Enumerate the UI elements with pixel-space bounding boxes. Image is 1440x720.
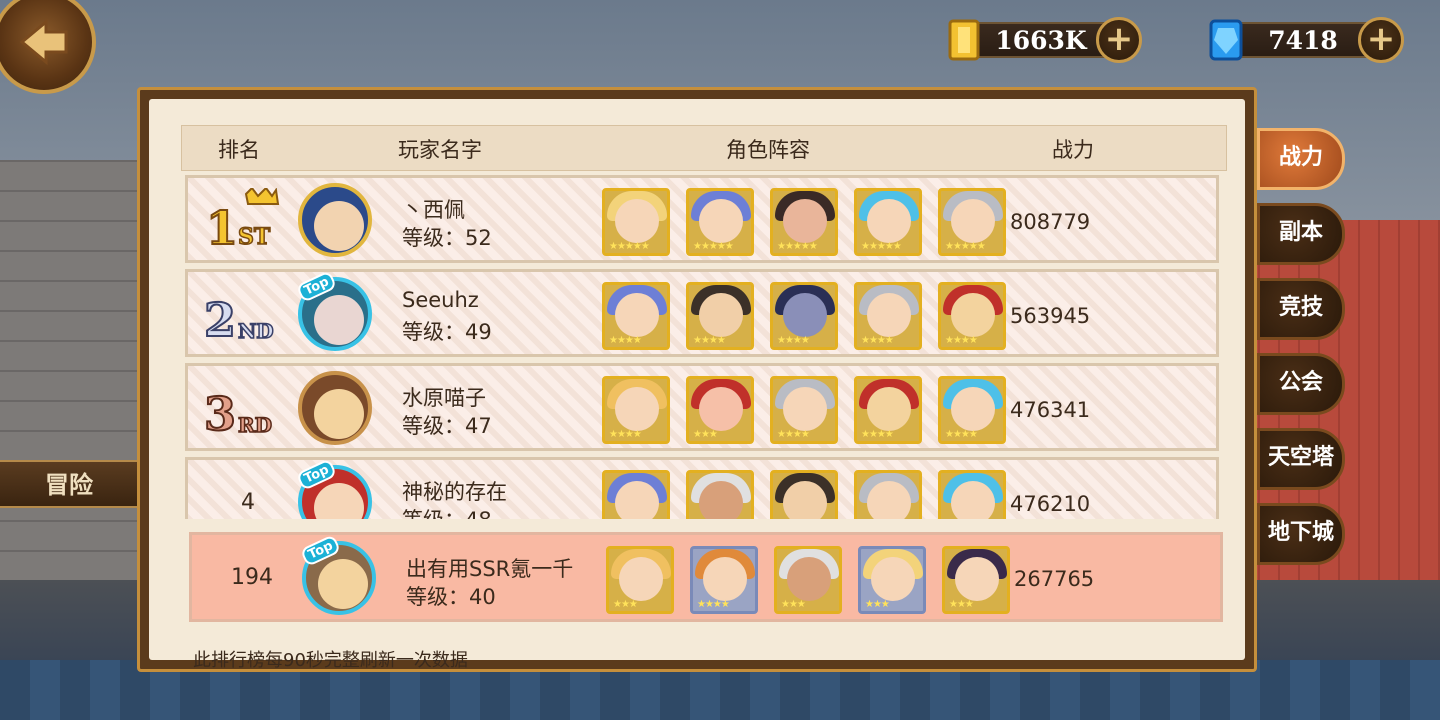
hero-portrait[interactable]: ★★★★	[690, 546, 758, 614]
avatar-face	[314, 483, 364, 519]
gold-bar-icon	[948, 19, 980, 61]
refresh-note: 此排行榜每90秒完整刷新一次数据	[193, 650, 468, 671]
power-value: 476341	[1010, 398, 1091, 422]
tab-sky-tower[interactable]: 天空塔	[1257, 428, 1345, 490]
svg-text:ND: ND	[238, 319, 274, 343]
rank-number: 194	[231, 565, 273, 590]
background-wall-left	[0, 160, 150, 580]
hero-portrait[interactable]: ★★★★★	[938, 188, 1006, 256]
svg-text:3: 3	[204, 387, 236, 440]
table-row[interactable]: 1 ST 丶西佩 等级：52 ★★★★★ ★★★★★ ★★★★★ ★★★★★ ★…	[185, 175, 1219, 263]
adventure-button[interactable]: 冒险	[0, 460, 140, 508]
hero-portrait[interactable]	[938, 470, 1006, 519]
hero-portrait[interactable]: ★★★★	[770, 376, 838, 444]
hero-portrait[interactable]: ★★★	[606, 546, 674, 614]
avatar[interactable]: Top	[295, 269, 372, 351]
avatar[interactable]: Top	[295, 457, 372, 519]
hero-portrait[interactable]	[854, 470, 922, 519]
blue-crystal-icon	[1209, 19, 1243, 61]
avatar[interactable]: Top	[299, 533, 376, 615]
tab-arena[interactable]: 竞技	[1257, 278, 1345, 340]
avatar[interactable]	[298, 183, 372, 257]
svg-text:RD: RD	[238, 413, 272, 437]
tab-guild[interactable]: 公会	[1257, 353, 1345, 415]
tab-combat-power[interactable]: 战力	[1257, 128, 1345, 190]
hero-portrait[interactable]: ★★★★★	[686, 188, 754, 256]
player-level: 等级：49	[402, 320, 492, 344]
rank-number: 4	[241, 490, 255, 515]
tab-dungeon-instance[interactable]: 副本	[1257, 203, 1345, 265]
player-level: 等级：47	[402, 414, 492, 438]
ranking-list[interactable]: 1 ST 丶西佩 等级：52 ★★★★★ ★★★★★ ★★★★★ ★★★★★ ★…	[185, 171, 1225, 519]
power-value: 563945	[1010, 304, 1091, 328]
add-gold-button[interactable]: +	[1096, 17, 1142, 63]
power-value: 808779	[1010, 210, 1091, 234]
svg-text:ST: ST	[238, 224, 271, 250]
table-row[interactable]: 4 Top 神秘的存在 等级：48 476210	[185, 457, 1219, 519]
tab-underground-city[interactable]: 地下城	[1257, 503, 1345, 565]
hero-portrait[interactable]: ★★★★	[686, 282, 754, 350]
table-row[interactable]: 3 RD 水原喵子 等级：47 ★★★★ ★★★ ★★★★ ★★★★ ★★★★ …	[185, 363, 1219, 451]
header-power: 战力	[1052, 138, 1094, 162]
player-name: 丶西佩	[402, 198, 465, 222]
hero-portrait[interactable]: ★★★★★	[770, 188, 838, 256]
avatar-face	[314, 295, 364, 345]
hero-portrait[interactable]: ★★★★	[938, 282, 1006, 350]
hero-portrait[interactable]: ★★★	[942, 546, 1010, 614]
table-header: 排名 玩家名字 角色阵容 战力	[181, 125, 1227, 171]
ranking-panel-inner: 排名 玩家名字 角色阵容 战力 1 ST 丶西佩 等级：52 ★★★★★ ★★★…	[149, 99, 1245, 671]
svg-text:2: 2	[204, 293, 236, 346]
hero-portrait[interactable]: ★★★	[858, 546, 926, 614]
hero-portrait[interactable]	[770, 470, 838, 519]
hero-portrait[interactable]: ★★★★★	[854, 188, 922, 256]
svg-text:1: 1	[206, 201, 238, 252]
avatar-face	[318, 559, 368, 609]
hero-portrait[interactable]: ★★★★	[854, 376, 922, 444]
rank-3rd-badge-icon: 3 RD	[203, 386, 273, 440]
avatar[interactable]	[298, 371, 372, 445]
gem-amount: 7418	[1228, 22, 1378, 58]
player-level: 等级：52	[402, 226, 492, 250]
player-name: 出有用SSR氪一千	[406, 557, 574, 581]
power-value: 267765	[1014, 567, 1095, 591]
back-arrow-icon	[19, 18, 68, 66]
header-player: 玩家名字	[398, 138, 482, 162]
gold-currency: 1663K +	[944, 17, 1144, 63]
ranking-panel: 排名 玩家名字 角色阵容 战力 1 ST 丶西佩 等级：52 ★★★★★ ★★★…	[137, 87, 1257, 672]
back-button[interactable]	[0, 0, 96, 94]
player-name: 神秘的存在	[402, 480, 507, 504]
hero-portrait[interactable]	[602, 470, 670, 519]
hero-portrait[interactable]: ★★★★	[602, 376, 670, 444]
rank-1st-badge-icon: 1 ST	[205, 188, 280, 252]
hero-portrait[interactable]: ★★★	[774, 546, 842, 614]
table-row[interactable]: 2 ND Top Seeuhz 等级：49 ★★★★ ★★★★ ★★★★ ★★★…	[185, 269, 1219, 357]
hero-portrait[interactable]: ★★★★★	[602, 188, 670, 256]
header-lineup: 角色阵容	[726, 138, 810, 162]
hero-portrait[interactable]: ★★★★	[938, 376, 1006, 444]
gem-currency: 7418 +	[1206, 17, 1406, 63]
player-name: Seeuhz	[402, 288, 479, 312]
hero-portrait[interactable]: ★★★	[686, 376, 754, 444]
avatar-face	[314, 201, 364, 251]
header-rank: 排名	[218, 138, 260, 162]
power-value: 476210	[1010, 492, 1091, 516]
rank-2nd-badge-icon: 2 ND	[203, 292, 274, 346]
add-gem-button[interactable]: +	[1358, 17, 1404, 63]
gold-amount: 1663K	[966, 22, 1116, 58]
self-ranking-row[interactable]: 194 Top 出有用SSR氪一千 等级：40 ★★★ ★★★★ ★★★ ★★★…	[189, 532, 1223, 622]
player-level: 等级：40	[406, 585, 496, 609]
hero-portrait[interactable]: ★★★★	[602, 282, 670, 350]
player-level: 等级：48	[402, 504, 492, 519]
player-name: 水原喵子	[402, 386, 486, 410]
hero-portrait[interactable]: ★★★★	[770, 282, 838, 350]
avatar-face	[314, 389, 364, 439]
hero-portrait[interactable]	[686, 470, 754, 519]
hero-portrait[interactable]: ★★★★	[854, 282, 922, 350]
